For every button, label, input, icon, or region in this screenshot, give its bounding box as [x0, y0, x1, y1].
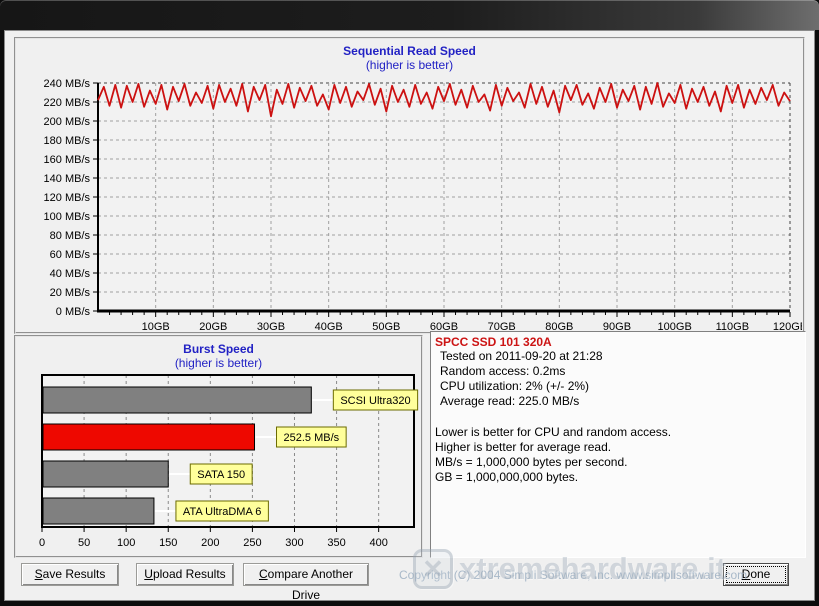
svg-text:50: 50 [78, 537, 90, 549]
svg-text:0 MB/s: 0 MB/s [56, 306, 91, 318]
svg-text:60 MB/s: 60 MB/s [50, 249, 91, 261]
svg-text:160 MB/s: 160 MB/s [44, 154, 91, 166]
svg-text:30GB: 30GB [257, 321, 285, 331]
svg-text:50GB: 50GB [372, 321, 400, 331]
svg-text:40GB: 40GB [315, 321, 343, 331]
svg-text:250: 250 [243, 537, 261, 549]
svg-text:100 MB/s: 100 MB/s [44, 211, 91, 223]
random-access-line: Random access: 0.2ms [435, 364, 801, 379]
svg-text:252.5 MB/s: 252.5 MB/s [284, 432, 340, 444]
hd-tach-window: HD Tach version 3.0.4.0 - For non-commer… [0, 0, 819, 605]
svg-text:120GB: 120GB [773, 321, 802, 331]
copyright-text: Copyright (C) 2004 Simpli Software, Inc.… [399, 568, 747, 582]
svg-text:60GB: 60GB [430, 321, 458, 331]
svg-text:300: 300 [285, 537, 303, 549]
client-area: Sequential Read Speed (higher is better)… [4, 30, 815, 601]
svg-text:200: 200 [201, 537, 219, 549]
svg-text:SCSI Ultra320: SCSI Ultra320 [340, 395, 410, 407]
svg-text:20GB: 20GB [199, 321, 227, 331]
note-gb-definition: GB = 1,000,000,000 bytes. [435, 470, 801, 485]
svg-text:240 MB/s: 240 MB/s [44, 78, 91, 90]
svg-text:150: 150 [159, 537, 177, 549]
svg-text:90GB: 90GB [603, 321, 631, 331]
svg-text:SATA 150: SATA 150 [197, 469, 245, 481]
svg-text:140 MB/s: 140 MB/s [44, 173, 91, 185]
note-mbs-definition: MB/s = 1,000,000 bytes per second. [435, 455, 801, 470]
upload-results-button[interactable]: Upload Results [136, 563, 234, 586]
note-higher-better: Higher is better for average read. [435, 440, 801, 455]
svg-text:10GB: 10GB [142, 321, 170, 331]
svg-text:350: 350 [327, 537, 345, 549]
burst-speed-subtitle: (higher is better) [16, 356, 421, 370]
svg-text:ATA UltraDMA 6: ATA UltraDMA 6 [183, 506, 261, 518]
svg-text:400: 400 [369, 537, 387, 549]
compare-another-drive-button[interactable]: Compare Another Drive [243, 563, 369, 586]
svg-text:80GB: 80GB [545, 321, 573, 331]
svg-text:110GB: 110GB [716, 321, 749, 331]
svg-text:100: 100 [117, 537, 135, 549]
svg-text:40 MB/s: 40 MB/s [50, 268, 91, 280]
cpu-utilization-line: CPU utilization: 2% (+/- 2%) [435, 379, 801, 394]
svg-text:180 MB/s: 180 MB/s [44, 135, 91, 147]
burst-speed-title: Burst Speed [16, 337, 421, 356]
results-info-panel: SPCC SSD 101 320A Tested on 2011-09-20 a… [430, 331, 806, 558]
burst-speed-chart: SCSI Ultra320 252.5 MB/s SATA 150 ATA Ultra… [18, 373, 420, 559]
drive-name: SPCC SSD 101 320A [435, 335, 801, 349]
svg-text:120 MB/s: 120 MB/s [44, 192, 91, 204]
note-lower-better: Lower is better for CPU and random acces… [435, 425, 801, 440]
sequential-read-subtitle: (higher is better) [16, 58, 803, 72]
svg-text:80 MB/s: 80 MB/s [50, 230, 91, 242]
sequential-read-title: Sequential Read Speed [16, 39, 803, 58]
burst-speed-panel: Burst Speed (higher is better) SCSI Ultr… [14, 335, 423, 558]
svg-text:70GB: 70GB [488, 321, 516, 331]
svg-text:200 MB/s: 200 MB/s [44, 116, 91, 128]
svg-text:20 MB/s: 20 MB/s [50, 287, 91, 299]
tested-on-line: Tested on 2011-09-20 at 21:28 [435, 349, 801, 364]
svg-text:0: 0 [39, 537, 45, 549]
title-bar[interactable]: HD Tach version 3.0.4.0 - For non-commer… [0, 0, 819, 30]
sequential-read-chart: 0 MB/s 20 MB/s 40 MB/s 60 MB/s 80 MB/s 100 MB… [18, 73, 802, 331]
save-results-button[interactable]: Save Results [21, 563, 119, 586]
svg-text:220 MB/s: 220 MB/s [44, 97, 91, 109]
average-read-line: Average read: 225.0 MB/s [435, 394, 801, 409]
svg-text:100GB: 100GB [658, 321, 692, 331]
sequential-read-panel: Sequential Read Speed (higher is better)… [14, 37, 805, 334]
